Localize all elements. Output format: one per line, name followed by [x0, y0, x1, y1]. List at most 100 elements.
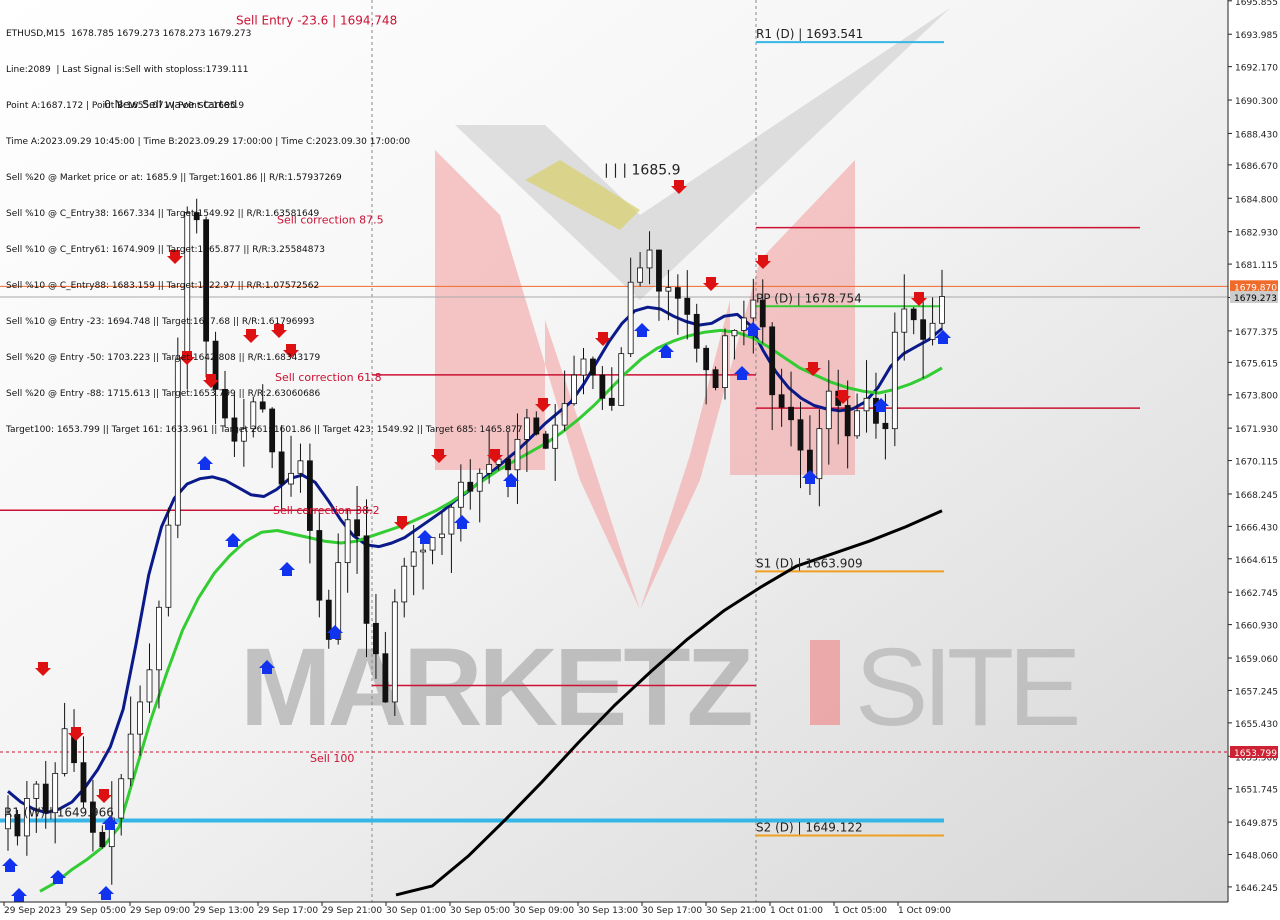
candle-body: [722, 335, 728, 388]
candle-body: [778, 394, 785, 408]
candle-body: [316, 530, 323, 601]
candle-body: [288, 472, 294, 485]
candle-body: [854, 410, 860, 437]
price-axis: 1695.855 1693.985 1692.170 1690.300 1688.430…: [1227, 0, 1280, 920]
price-tick-label: 1664.615: [1235, 556, 1278, 566]
point-c-label: | | | 1685.9: [604, 163, 681, 179]
candle-body: [523, 417, 530, 440]
candle-body: [740, 317, 747, 331]
watermark-brand-text: SITE: [855, 626, 1077, 749]
candle-body: [684, 297, 691, 315]
candle-body: [561, 403, 568, 426]
candle-body: [486, 463, 493, 474]
info-line: Sell %10 @ C_Entry38: 1667.334 || Target…: [6, 209, 320, 219]
candle-body: [939, 296, 945, 324]
watermark-brand-bar: [810, 640, 840, 725]
price-tick-label: 1648.060: [1235, 851, 1278, 861]
info-line: Sell %10 @ C_Entry61: 1674.909 || Target…: [6, 245, 325, 255]
price-tick-label: 1670.115: [1235, 458, 1278, 468]
price-tick-label: 1668.245: [1235, 491, 1278, 501]
candle-body: [731, 330, 738, 337]
candle-body: [816, 428, 823, 480]
candle-body: [118, 778, 125, 819]
price-tick-label: 1660.930: [1235, 622, 1278, 632]
candle-body: [844, 405, 851, 437]
candle-body: [901, 308, 908, 333]
candle-body: [439, 533, 445, 539]
pivot-level-label: R1 (D) | 1693.541: [756, 27, 863, 41]
info-line: ETHUSD,M15 1678.785 1679.273 1678.273 16…: [6, 29, 252, 39]
candle-body: [863, 397, 870, 412]
pivot-level-label: S1 (D) | 1663.909: [756, 556, 863, 570]
time-tick-label: 29 Sep 2023: [4, 906, 61, 916]
price-tick-label: 1659.060: [1235, 655, 1278, 665]
price-tick-label: 1692.170: [1235, 64, 1278, 74]
time-axis: 29 Sep 2023 29 Sep 05:00 29 Sep 09:00 29 Se…: [0, 901, 1228, 920]
candle-body: [599, 374, 606, 399]
price-tick-label: 1677.375: [1235, 328, 1278, 338]
price-tick-label: 1690.300: [1235, 97, 1278, 107]
candle-body: [910, 308, 917, 321]
candle-body: [590, 358, 596, 376]
time-tick-label: 29 Sep 21:00: [322, 906, 382, 916]
info-line: Target100: 1653.799 || Target 161: 1633.…: [6, 425, 523, 435]
candle-body: [391, 601, 398, 703]
time-tick-label: 1 Oct 09:00: [898, 906, 951, 916]
candle-body: [693, 313, 700, 349]
candle-body: [769, 326, 776, 396]
candle-body: [505, 458, 511, 471]
pivot-level-label: PP (D) | 1678.754: [756, 291, 862, 305]
price-tick-label: 1651.745: [1235, 786, 1278, 796]
candle-body: [306, 460, 313, 531]
candle-body: [457, 481, 464, 508]
time-tick-label: 30 Sep 05:00: [450, 906, 510, 916]
time-tick-label: 1 Oct 01:00: [770, 906, 823, 916]
price-tick-label: 1688.430: [1235, 130, 1278, 140]
price-tick-label: 1646.245: [1235, 884, 1278, 894]
info-line: Point A:1687.172 | Point B:1655.071 | Po…: [6, 101, 245, 111]
time-tick-label: 29 Sep 05:00: [66, 906, 126, 916]
candle-body: [165, 524, 172, 608]
candle-body: [929, 322, 936, 340]
price-tick-label: 1686.670: [1235, 162, 1278, 172]
time-tick-label: 30 Sep 01:00: [386, 906, 446, 916]
price-marker-label: 1679.273: [1234, 294, 1277, 304]
time-tick-label: 29 Sep 09:00: [130, 906, 190, 916]
indicator-info-panel: ETHUSD,M15 1678.785 1679.273 1678.273 16…: [6, 4, 522, 448]
candle-body: [127, 733, 134, 780]
candle-body: [627, 281, 634, 355]
candle-body: [363, 535, 370, 624]
price-tick-label: 1655.430: [1235, 720, 1278, 730]
price-tick-label: 1673.800: [1235, 392, 1278, 402]
candle-body: [278, 451, 285, 485]
candle-body: [382, 653, 389, 703]
candle-body: [580, 358, 587, 376]
candle-body: [665, 287, 672, 292]
info-line: Sell %20 @ Entry -88: 1715.613 || Target…: [6, 389, 321, 399]
candle-body: [656, 249, 662, 292]
price-tick-label: 1684.800: [1235, 195, 1278, 205]
candle-body: [373, 622, 379, 655]
candle-body: [646, 249, 653, 269]
candle-body: [797, 419, 804, 451]
candle-body: [344, 519, 351, 564]
price-marker-label: 1653.799: [1234, 749, 1277, 759]
candle-body: [920, 319, 927, 340]
candle-body: [891, 331, 898, 430]
candle-body: [476, 472, 483, 492]
price-tick-label: 1695.855: [1235, 0, 1278, 8]
candle-body: [156, 606, 162, 671]
price-tick-label: 1657.245: [1235, 687, 1278, 697]
candle-body: [467, 481, 474, 492]
time-tick-label: 29 Sep 17:00: [258, 906, 318, 916]
correction-label: Sell 100: [310, 752, 354, 765]
time-tick-label: 30 Sep 17:00: [642, 906, 702, 916]
pivot-level-label: R1 (W) | 1649.966: [4, 805, 114, 819]
price-tick-label: 1693.985: [1235, 31, 1278, 41]
time-tick-label: 29 Sep 13:00: [194, 906, 254, 916]
candle-body: [882, 422, 889, 430]
info-line: Sell %10 @ C_Entry88: 1683.159 || Target…: [6, 281, 320, 291]
candle-body: [552, 424, 559, 449]
time-tick-label: 30 Sep 13:00: [578, 906, 638, 916]
candle-body: [137, 701, 143, 735]
